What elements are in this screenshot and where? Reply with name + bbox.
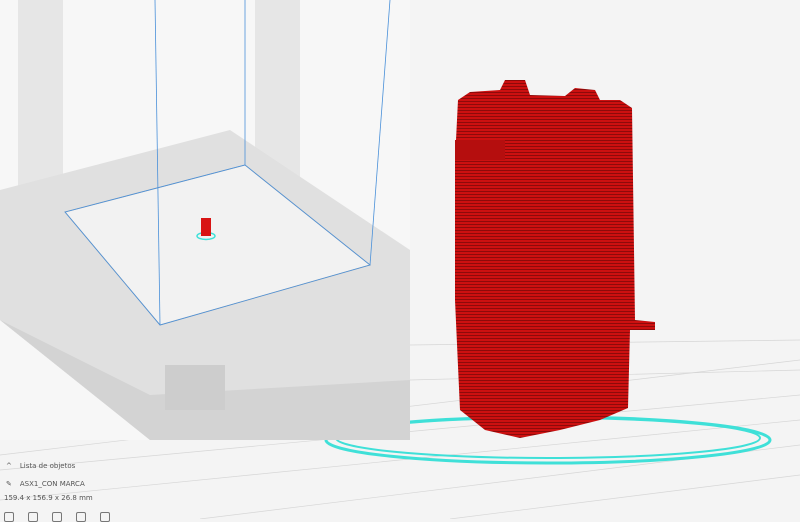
view-front-icon[interactable] <box>28 512 38 522</box>
printer-overview-view[interactable] <box>0 0 410 440</box>
view-left-icon[interactable] <box>76 512 86 522</box>
chevron-up-icon: ^ <box>6 462 12 470</box>
object-list-panel: ^ Lista de objetos ✎ ASX1_CON MARCA 159.… <box>0 450 260 519</box>
object-list-item[interactable]: ✎ ASX1_CON MARCA <box>6 480 85 488</box>
object-dimensions: 159.4 x 156.9 x 26.8 mm <box>4 494 93 502</box>
object-list-header: Lista de objetos <box>19 462 76 470</box>
view-3d-icon[interactable] <box>4 512 14 522</box>
view-buttons <box>4 512 110 522</box>
model-3d <box>455 80 655 438</box>
view-right-icon[interactable] <box>100 512 110 522</box>
pencil-icon: ✎ <box>6 480 12 488</box>
view-top-icon[interactable] <box>52 512 62 522</box>
object-name: ASX1_CON MARCA <box>19 480 85 488</box>
object-list-toggle[interactable]: ^ Lista de objetos <box>6 462 75 470</box>
